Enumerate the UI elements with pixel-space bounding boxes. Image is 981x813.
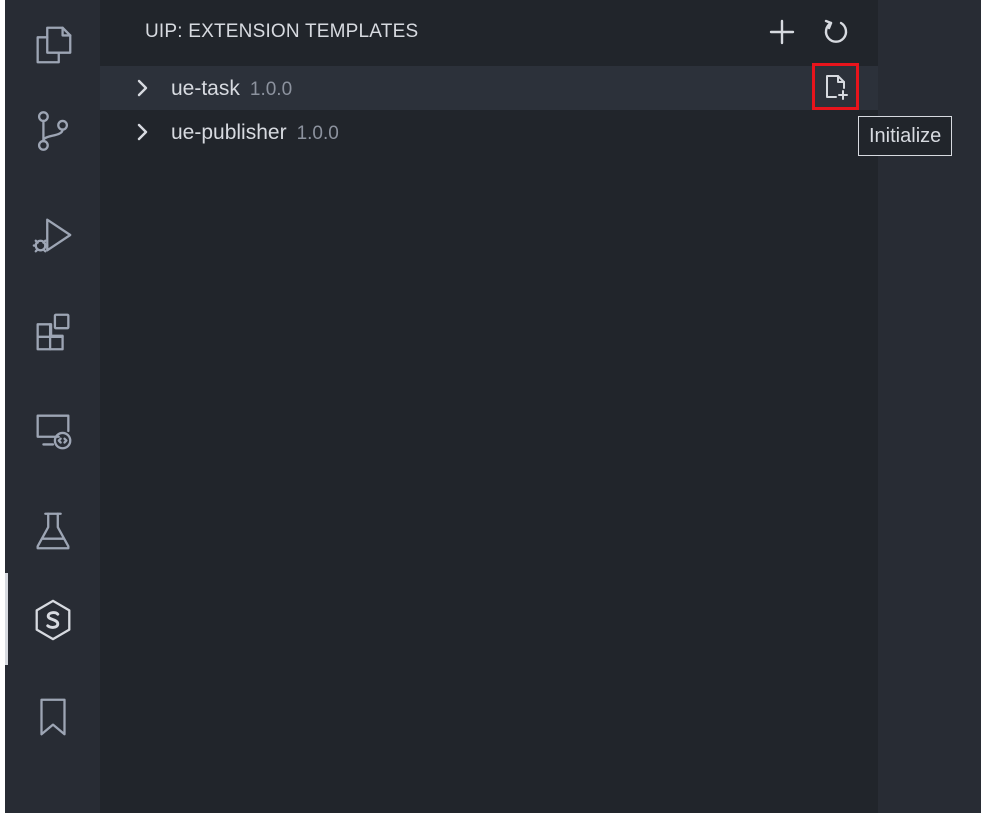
chevron-right-icon[interactable] [132,78,152,98]
new-file-icon [825,74,848,100]
activity-explorer[interactable] [5,0,100,90]
tree-item-ue-publisher[interactable]: ue-publisher 1.0.0 [100,110,878,154]
activity-uip[interactable] [5,575,100,665]
active-indicator [5,573,8,665]
tree-item-version: 1.0.0 [249,79,293,100]
tree-item-label: ue-publisher 1.0.0 [171,121,339,144]
activity-extensions[interactable] [5,287,100,377]
activity-bookmarks[interactable] [5,672,100,762]
refresh-icon [824,19,848,43]
activity-source-control[interactable] [5,86,100,176]
tree-item-version: 1.0.0 [296,123,339,144]
remote-explorer-icon [36,414,71,450]
plus-icon [769,19,795,45]
sidebar: UIP: EXTENSION TEMPLATES ue-task 1.0.0 u… [100,0,878,813]
activity-remote-explorer[interactable] [5,386,100,476]
extensions-icon [36,313,69,351]
refresh-button[interactable] [818,14,854,50]
bookmark-icon [39,698,66,736]
vscode-window: UIP: EXTENSION TEMPLATES ue-task 1.0.0 u… [5,0,981,813]
panel-header: UIP: EXTENSION TEMPLATES [100,0,878,64]
files-icon [36,26,71,64]
activity-testing[interactable] [5,486,100,576]
source-control-icon [37,111,68,151]
add-button[interactable] [764,14,800,50]
chevron-right-icon[interactable] [132,122,152,142]
flask-icon [36,512,69,550]
initialize-button[interactable] [812,63,859,110]
stonebranch-s-icon [35,599,70,641]
tooltip: Initialize [858,116,953,156]
panel-title: UIP: EXTENSION TEMPLATES [145,21,419,42]
run-debug-icon [32,218,71,253]
activity-run-debug[interactable] [5,190,100,280]
tree-item-ue-task[interactable]: ue-task 1.0.0 [100,66,878,110]
activity-bar [5,0,100,813]
tree-item-label: ue-task 1.0.0 [171,77,293,100]
